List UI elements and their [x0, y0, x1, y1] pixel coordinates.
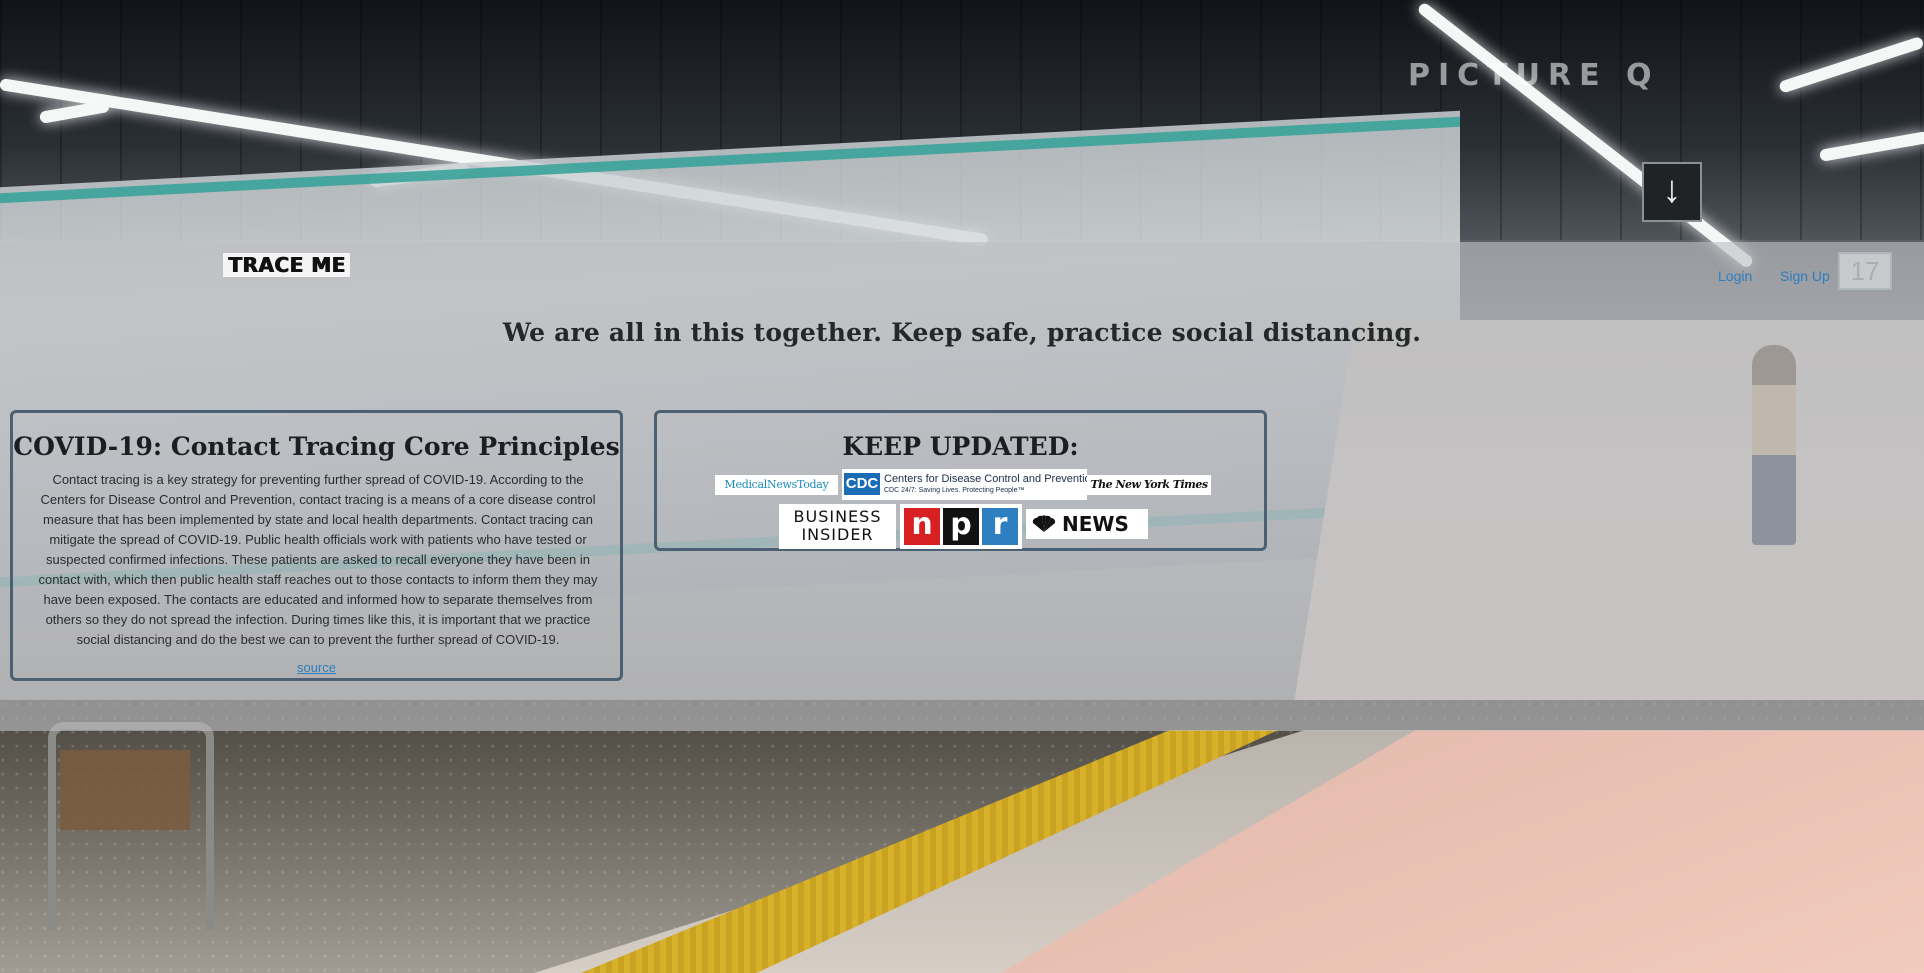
- keep-updated-card: KEEP UPDATED: MedicalNewsToday CDC Cente…: [654, 410, 1267, 551]
- npr-n: n: [904, 508, 940, 545]
- cdc-tagline: CDC 24/7: Saving Lives. Protecting Peopl…: [884, 487, 1025, 494]
- nbc-news-logo[interactable]: NEWS: [1026, 509, 1148, 539]
- source-link[interactable]: source: [13, 660, 620, 675]
- video-watermark: PICTURE Q: [1408, 58, 1660, 93]
- cdc-logo[interactable]: CDC Centers for Disease Control and Prev…: [842, 469, 1087, 500]
- login-link[interactable]: Login: [1718, 268, 1752, 284]
- exit-sign: ↓: [1642, 162, 1702, 222]
- npr-r: r: [982, 508, 1018, 545]
- cdc-abbr: CDC: [844, 473, 880, 495]
- contact-tracing-card: COVID-19: Contact Tracing Core Principle…: [10, 410, 623, 681]
- card-title: KEEP UPDATED:: [842, 432, 1079, 461]
- signup-link[interactable]: Sign Up: [1780, 268, 1830, 284]
- bi-line-1: BUSINESS: [793, 507, 882, 526]
- cdc-name: Centers for Disease Control and Preventi…: [884, 473, 1087, 485]
- card-body-text: Contact tracing is a key strategy for pr…: [38, 472, 598, 647]
- card-title: COVID-19: Contact Tracing Core Principle…: [13, 432, 620, 461]
- business-insider-logo[interactable]: BUSINESS INSIDER: [779, 504, 896, 549]
- nbc-peacock-icon: [1032, 515, 1056, 532]
- page-tagline: We are all in this together. Keep safe, …: [502, 318, 1422, 347]
- brand-logo[interactable]: TRACE ME: [223, 253, 351, 277]
- medical-news-today-logo[interactable]: MedicalNewsToday: [715, 475, 838, 495]
- new-york-times-logo[interactable]: The New York Times: [1087, 475, 1211, 495]
- bi-line-2: INSIDER: [801, 525, 874, 544]
- barrier-panel: [60, 750, 190, 830]
- npr-logo[interactable]: n p r: [900, 504, 1022, 549]
- nbc-news-text: NEWS: [1062, 512, 1129, 536]
- npr-p: p: [943, 508, 979, 545]
